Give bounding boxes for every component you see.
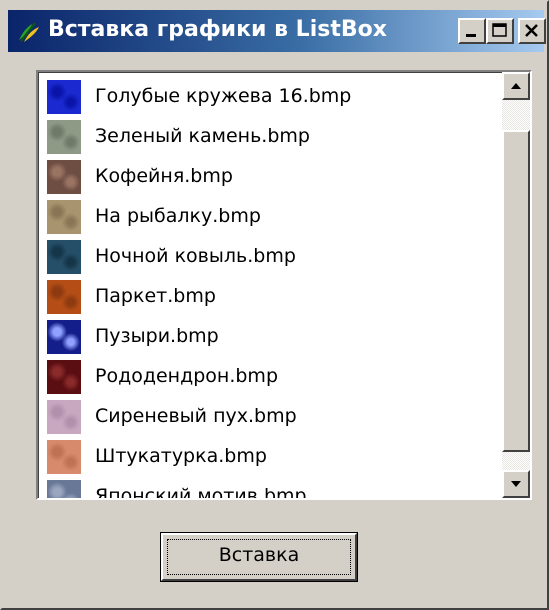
window-title: Вставка графики в ListBox [48,17,387,42]
scroll-up-button[interactable] [502,72,530,100]
insert-button[interactable]: Вставка [160,532,358,582]
list-item[interactable]: На рыбалку.bmp [43,197,493,237]
bitmap-thumbnail [47,240,81,274]
list-item[interactable]: Зеленый камень.bmp [43,117,493,157]
list-item[interactable]: Пузыри.bmp [43,317,493,357]
minimize-button[interactable] [458,18,486,44]
close-icon [525,24,538,37]
list-item[interactable]: Рододендрон.bmp [43,357,493,397]
bitmap-thumbnail [47,400,81,434]
bitmap-thumbnail [47,440,81,474]
insert-button-label: Вставка [218,544,300,566]
list-item-label: Ночной ковыль.bmp [95,245,296,267]
bitmap-listbox[interactable]: Голубые кружева 16.bmp Зеленый камень.bmp… [36,70,532,500]
list-item-label: Голубые кружева 16.bmp [95,85,352,107]
list-item[interactable]: Сиреневый пух.bmp [43,397,493,437]
list-item[interactable]: Кофейня.bmp [43,157,493,197]
maximize-button[interactable] [486,18,514,44]
list-item-label: Зеленый камень.bmp [95,125,310,147]
scroll-up-arrow-icon [511,83,521,89]
app-leaf-icon [19,22,39,42]
bitmap-thumbnail [47,320,81,354]
list-item-label: На рыбалку.bmp [95,205,261,227]
vertical-scrollbar[interactable] [502,72,530,498]
list-item-label: Сиреневый пух.bmp [95,405,297,427]
list-item[interactable]: Голубые кружева 16.bmp [43,77,493,117]
title-bar[interactable]: Вставка графики в ListBox [8,10,546,52]
minimize-icon [466,34,476,37]
scroll-down-button[interactable] [502,470,530,498]
list-item[interactable]: Штукатурка.bmp [43,437,493,477]
app-window: Вставка графики в ListBox Голубые кружев… [0,0,549,610]
list-item[interactable]: Ночной ковыль.bmp [43,237,493,277]
bitmap-thumbnail [47,160,81,194]
bitmap-thumbnail [47,480,81,498]
list-item-label: Рододендрон.bmp [95,365,279,387]
list-item-label: Паркет.bmp [95,285,216,307]
scroll-thumb[interactable] [502,130,530,452]
bitmap-thumbnail [47,360,81,394]
bitmap-thumbnail [47,280,81,314]
list-item[interactable]: Японский мотив.bmp [43,477,493,500]
listbox-items-area: Голубые кружева 16.bmp Зеленый камень.bmp… [38,72,502,498]
maximize-icon [492,23,507,37]
bitmap-thumbnail [47,120,81,154]
bitmap-thumbnail [47,80,81,114]
close-button[interactable] [518,18,546,44]
bitmap-thumbnail [47,200,81,234]
list-item-label: Японский мотив.bmp [95,485,307,500]
list-item-label: Штукатурка.bmp [95,445,267,467]
list-item[interactable]: Паркет.bmp [43,277,493,317]
list-item-label: Кофейня.bmp [95,165,233,187]
scroll-down-arrow-icon [511,481,521,487]
list-item-label: Пузыри.bmp [95,325,219,347]
